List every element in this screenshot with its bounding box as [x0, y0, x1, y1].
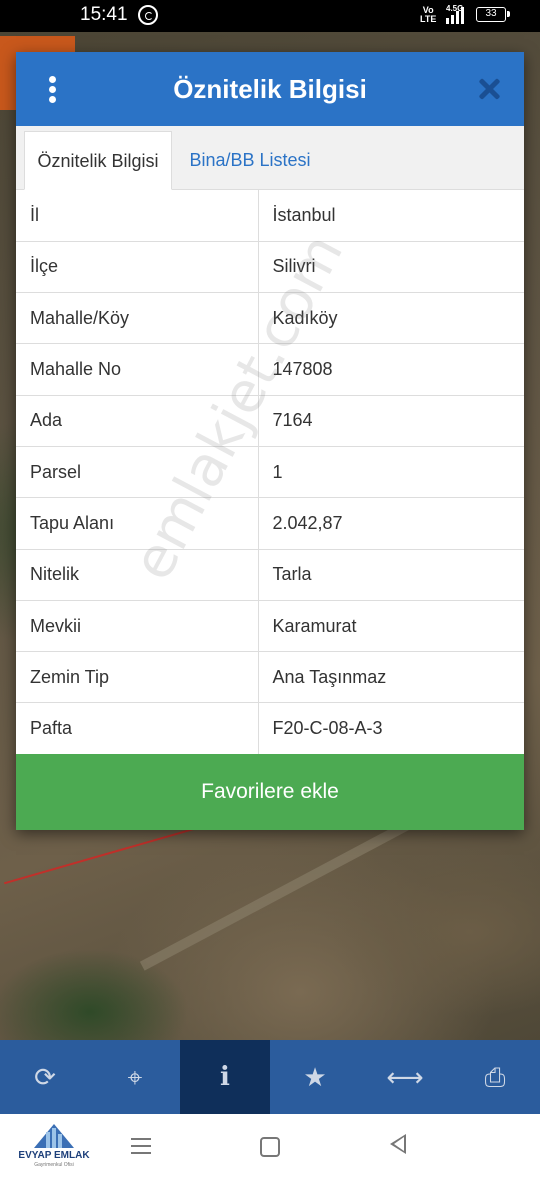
attribute-table: İl İstanbul İlçe Silivri Mahalle/Köy Kadıköy M…: [16, 190, 524, 755]
tab-attribute-info[interactable]: Öznitelik Bilgisi: [24, 131, 172, 190]
attribute-key: Ada: [16, 395, 259, 447]
attribute-key: Mevkii: [16, 600, 259, 653]
table-row: İlçe Silivri: [16, 241, 524, 294]
attribute-value: Karamurat: [258, 600, 524, 653]
table-row: Zemin Tip Ana Taşınmaz: [16, 651, 524, 704]
status-bar: 15:41 Vo LTE 4.5G 33: [0, 0, 540, 32]
attribute-key: Zemin Tip: [16, 651, 259, 704]
table-row: Nitelik Tarla: [16, 549, 524, 601]
signal-icon: [446, 7, 464, 24]
attribute-value: İstanbul: [258, 190, 524, 242]
attribute-key: Tapu Alanı: [16, 497, 259, 550]
table-row: Mahalle/Köy Kadıköy: [16, 292, 524, 345]
attribute-value: 2.042,87: [258, 497, 524, 550]
attribute-key: Pafta: [16, 702, 259, 755]
attribute-key: İl: [16, 190, 259, 242]
logo-subtitle: Gayrimenkul Ofisi: [34, 1162, 74, 1168]
add-favorite-button[interactable]: Favorilere ekle: [16, 754, 524, 830]
toolbar-measure-button[interactable]: ⟷: [360, 1040, 450, 1114]
toolbar-refresh-button[interactable]: ⟳: [0, 1040, 90, 1114]
measure-icon: ⟷: [386, 1062, 424, 1092]
table-row: Mevkii Karamurat: [16, 600, 524, 653]
star-icon: ★: [303, 1062, 327, 1092]
attribute-value: 147808: [258, 343, 524, 396]
attribute-value: Silivri: [258, 241, 524, 294]
toolbar-locate-button[interactable]: ⌖: [90, 1040, 180, 1114]
dialog-header: Öznitelik Bilgisi: [16, 52, 524, 126]
toolbar-star-button[interactable]: ★: [270, 1040, 360, 1114]
attribute-key: Mahalle No: [16, 343, 259, 396]
volte-indicator: Vo LTE: [420, 5, 437, 24]
bottom-toolbar: ⟳ ⌖ i ★ ⟷ ⎙: [0, 1040, 540, 1114]
toolbar-print-button[interactable]: ⎙: [450, 1040, 540, 1114]
tab-bar: Öznitelik Bilgisi Bina/BB Listesi: [16, 126, 524, 190]
attribute-dialog: Öznitelik Bilgisi Öznitelik Bilgisi Bina…: [16, 52, 524, 830]
table-row: Tapu Alanı 2.042,87: [16, 497, 524, 550]
refresh-icon: ⟳: [34, 1062, 56, 1092]
info-icon: i: [220, 1062, 230, 1092]
system-nav-bar: EVYAP EMLAK Gayrimenkul Ofisi: [0, 1114, 540, 1180]
attribute-value: 7164: [258, 395, 524, 447]
more-menu-icon[interactable]: [44, 76, 60, 104]
tab-building-list[interactable]: Bina/BB Listesi: [176, 131, 324, 190]
attribute-value: Tarla: [258, 549, 524, 601]
attribute-value: Kadıköy: [258, 292, 524, 345]
toolbar-info-button[interactable]: i: [180, 1040, 270, 1114]
attribute-value: Ana Taşınmaz: [258, 651, 524, 704]
attribute-value: F20-C-08-A-3: [258, 702, 524, 755]
attribute-key: İlçe: [16, 241, 259, 294]
table-row: Ada 7164: [16, 395, 524, 447]
attribute-key: Mahalle/Köy: [16, 292, 259, 345]
status-time: 15:41: [80, 4, 128, 25]
parcel-boundary: [3, 821, 217, 885]
logo-brand: EVYAP EMLAK: [18, 1150, 90, 1161]
table-row: İl İstanbul: [16, 190, 524, 242]
table-row: Mahalle No 147808: [16, 343, 524, 396]
evyap-emlak-logo: EVYAP EMLAK Gayrimenkul Ofisi: [12, 1114, 96, 1176]
battery-icon: 33: [476, 7, 510, 22]
house-logo-icon: [34, 1124, 74, 1148]
home-button[interactable]: [260, 1137, 280, 1157]
whatsapp-icon: [138, 5, 158, 25]
locate-icon: ⌖: [127, 1062, 143, 1092]
recents-button[interactable]: [128, 1134, 154, 1160]
back-button[interactable]: [390, 1134, 406, 1154]
table-row: Pafta F20-C-08-A-3: [16, 702, 524, 755]
close-icon[interactable]: [476, 76, 502, 102]
print-icon: ⎙: [484, 1062, 506, 1092]
table-row: Parsel 1: [16, 446, 524, 499]
attribute-key: Parsel: [16, 446, 259, 499]
attribute-key: Nitelik: [16, 549, 259, 601]
attribute-value: 1: [258, 446, 524, 499]
dialog-title: Öznitelik Bilgisi: [173, 74, 367, 104]
